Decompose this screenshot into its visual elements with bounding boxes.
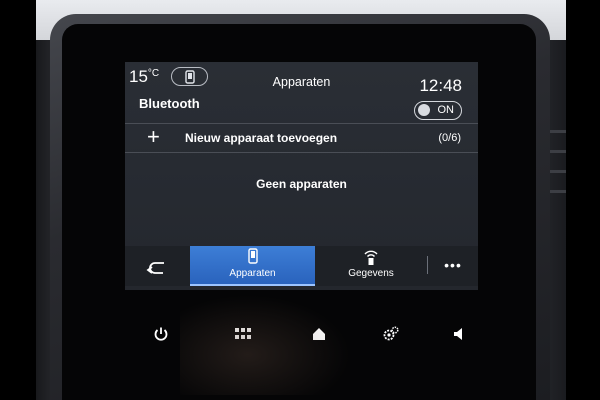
bottom-tab-bar: Apparaten Gegevens ••• bbox=[125, 246, 478, 286]
power-icon bbox=[154, 327, 168, 341]
clock: 12:48 bbox=[419, 76, 462, 95]
empty-message: Geen apparaten bbox=[256, 177, 347, 191]
home-icon bbox=[313, 328, 325, 340]
back-button[interactable] bbox=[137, 254, 177, 282]
speaker-icon bbox=[454, 328, 462, 340]
hard-keys-row bbox=[125, 320, 478, 360]
add-device-label: Nieuw apparaat toevoegen bbox=[185, 131, 338, 145]
toggle-knob bbox=[418, 104, 430, 116]
power-button[interactable] bbox=[147, 320, 175, 348]
tab-separator bbox=[427, 256, 428, 274]
signal-icon bbox=[364, 250, 378, 265]
apps-button[interactable] bbox=[229, 320, 257, 348]
tab-devices[interactable]: Apparaten bbox=[190, 246, 315, 286]
add-device-row[interactable]: + Nieuw apparaat toevoegen (0/6) bbox=[125, 124, 478, 152]
tab-data[interactable]: Gegevens bbox=[315, 246, 427, 286]
volume-button[interactable] bbox=[445, 320, 473, 348]
device-count: (0/6) bbox=[438, 132, 461, 144]
back-arrow-icon bbox=[146, 262, 164, 274]
home-button[interactable] bbox=[305, 320, 333, 348]
more-button[interactable]: ••• bbox=[435, 252, 471, 280]
settings-icon bbox=[383, 326, 399, 341]
image-border-left bbox=[0, 0, 36, 400]
tab-data-label: Gegevens bbox=[348, 268, 394, 279]
bluetooth-label: Bluetooth bbox=[139, 96, 200, 111]
divider bbox=[125, 152, 478, 153]
image-border-right bbox=[566, 0, 600, 400]
grid-icon bbox=[235, 328, 251, 339]
toggle-state: ON bbox=[437, 104, 455, 116]
bluetooth-toggle[interactable]: ON bbox=[414, 101, 462, 120]
tab-devices-label: Apparaten bbox=[229, 268, 276, 279]
settings-button[interactable] bbox=[377, 320, 405, 348]
phone-icon bbox=[247, 248, 258, 264]
plus-icon: + bbox=[147, 124, 160, 149]
infotainment-screen: 15°C Apparaten 12:48 Bluetooth ON + Nieu… bbox=[125, 62, 478, 290]
